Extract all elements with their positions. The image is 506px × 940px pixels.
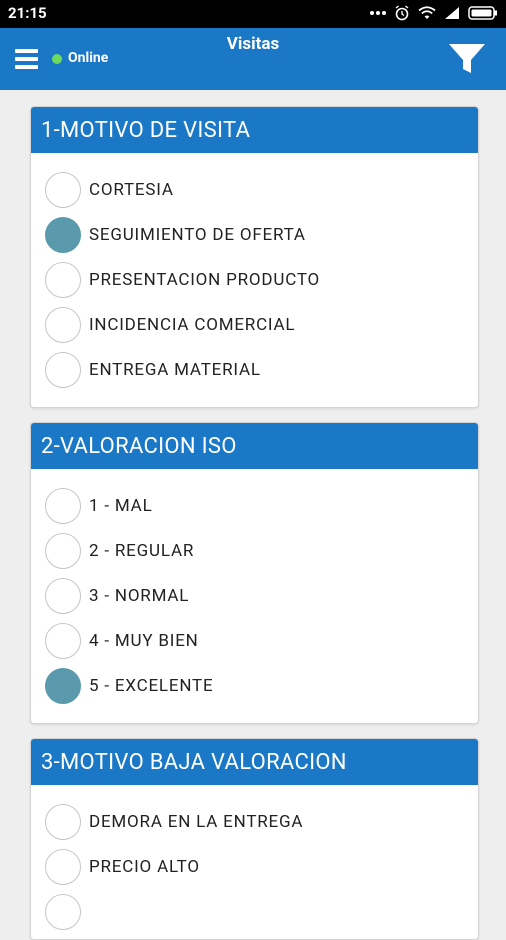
radio-option[interactable]: PRESENTACION PRODUCTO bbox=[31, 257, 478, 302]
radio-option-label: SEGUIMIENTO DE OFERTA bbox=[89, 224, 306, 245]
radio-button[interactable] bbox=[45, 803, 81, 840]
radio-option-label: 3 - NORMAL bbox=[89, 585, 190, 606]
radio-button[interactable] bbox=[45, 848, 81, 885]
radio-option-label: 1 - MAL bbox=[89, 495, 153, 516]
radio-group: DEMORA EN LA ENTREGA PRECIO ALTO bbox=[31, 785, 478, 934]
radio-button[interactable] bbox=[45, 306, 81, 343]
radio-option[interactable]: ENTREGA MATERIAL bbox=[31, 347, 478, 392]
radio-option-label: 2 - REGULAR bbox=[89, 540, 195, 561]
radio-option[interactable]: 2 - REGULAR bbox=[31, 528, 478, 573]
radio-group: 1 - MAL 2 - REGULAR 3 - NORMAL 4 - MUY B… bbox=[31, 469, 478, 708]
radio-button-selected[interactable] bbox=[45, 216, 81, 253]
wifi-icon bbox=[418, 6, 436, 19]
radio-option-label: 4 - MUY BIEN bbox=[89, 630, 199, 651]
radio-option[interactable]: 1 - MAL bbox=[31, 483, 478, 528]
radio-group: CORTESIA SEGUIMIENTO DE OFERTA PRESENTAC… bbox=[31, 153, 478, 392]
radio-option[interactable] bbox=[31, 889, 478, 934]
radio-option-label: 5 - EXCELENTE bbox=[89, 675, 214, 696]
alarm-icon bbox=[395, 5, 409, 21]
radio-button-selected[interactable] bbox=[45, 667, 81, 704]
radio-button[interactable] bbox=[45, 622, 81, 659]
radio-option[interactable]: 3 - NORMAL bbox=[31, 573, 478, 618]
radio-option[interactable]: INCIDENCIA COMERCIAL bbox=[31, 302, 478, 347]
section-header: 2-VALORACION ISO bbox=[31, 423, 478, 469]
radio-option[interactable]: 5 - EXCELENTE bbox=[31, 663, 478, 708]
radio-option[interactable]: DEMORA EN LA ENTREGA bbox=[31, 799, 478, 844]
status-bar: 21:15 bbox=[0, 0, 506, 28]
section-valoracion-iso: 2-VALORACION ISO 1 - MAL 2 - REGULAR 3 -… bbox=[30, 422, 479, 724]
radio-option-label: ENTREGA MATERIAL bbox=[89, 359, 261, 380]
radio-option-label: CORTESIA bbox=[89, 179, 174, 200]
page-title: Visitas bbox=[226, 34, 280, 54]
section-header: 3-MOTIVO BAJA VALORACION bbox=[31, 739, 478, 785]
section-motivo-baja-valoracion: 3-MOTIVO BAJA VALORACION DEMORA EN LA EN… bbox=[30, 738, 479, 940]
radio-option-label: PRESENTACION PRODUCTO bbox=[89, 269, 321, 290]
radio-button[interactable] bbox=[45, 171, 81, 208]
radio-button[interactable] bbox=[45, 351, 81, 388]
app-bar: Online Visitas bbox=[0, 28, 506, 90]
radio-option[interactable]: SEGUIMIENTO DE OFERTA bbox=[31, 212, 478, 257]
radio-option[interactable]: CORTESIA bbox=[31, 167, 478, 212]
radio-option[interactable]: PRECIO ALTO bbox=[31, 844, 478, 889]
online-status-dot bbox=[52, 54, 62, 64]
filter-icon[interactable] bbox=[448, 42, 486, 76]
radio-button[interactable] bbox=[45, 261, 81, 298]
status-time: 21:15 bbox=[8, 4, 47, 22]
radio-button[interactable] bbox=[45, 577, 81, 614]
signal-icon bbox=[445, 7, 459, 19]
radio-button[interactable] bbox=[45, 487, 81, 524]
radio-option-label: DEMORA EN LA ENTREGA bbox=[89, 811, 304, 832]
radio-button[interactable] bbox=[45, 532, 81, 569]
radio-option-label: INCIDENCIA COMERCIAL bbox=[89, 314, 296, 335]
battery-icon bbox=[468, 6, 497, 20]
radio-option-label: PRECIO ALTO bbox=[89, 856, 200, 877]
section-header: 1-MOTIVO DE VISITA bbox=[31, 107, 478, 153]
dots-icon bbox=[370, 11, 386, 15]
radio-button[interactable] bbox=[45, 893, 81, 930]
status-icons bbox=[370, 5, 498, 21]
radio-option[interactable]: 4 - MUY BIEN bbox=[31, 618, 478, 663]
section-motivo-visita: 1-MOTIVO DE VISITA CORTESIA SEGUIMIENTO … bbox=[30, 106, 479, 408]
